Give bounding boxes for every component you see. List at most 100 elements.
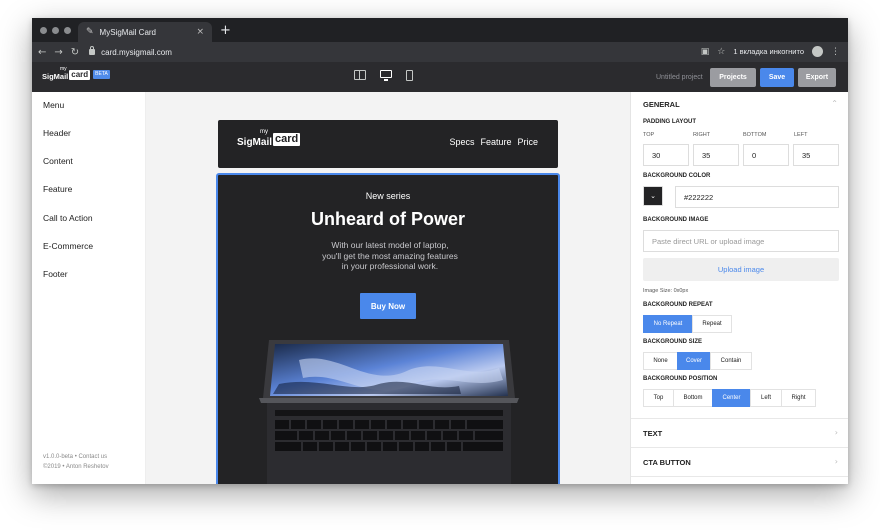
tab-strip: ✎ MySigMail Card × +: [32, 18, 848, 42]
position-center-option[interactable]: Center: [712, 389, 751, 407]
buy-now-button[interactable]: Buy Now: [360, 293, 416, 319]
mobile-view-icon[interactable]: [406, 70, 413, 81]
browser-window: ✎ MySigMail Card × + ← → ↻ card.mysigmai…: [32, 18, 848, 484]
tab-title: MySigMail Card: [99, 27, 157, 37]
version-info[interactable]: v1.0.0-beta • Contact us: [43, 452, 109, 462]
padding-bottom-input[interactable]: 0: [743, 144, 789, 166]
chevron-up-icon[interactable]: ⌃: [831, 99, 838, 108]
email-header-block[interactable]: my SigMail card Specs Feature Price: [218, 120, 558, 168]
email-nav-feature[interactable]: Feature: [480, 137, 511, 147]
app-toolbar: my SigMail card BETA Untitled project Pr…: [32, 62, 848, 92]
email-logo-sig: SigMail: [237, 137, 273, 148]
logo-sig: SigMail: [42, 72, 69, 81]
bg-repeat-group: No Repeat Repeat: [643, 315, 732, 333]
url-text[interactable]: card.mysigmail.com: [101, 48, 172, 57]
chevron-right-icon[interactable]: ›: [835, 457, 838, 466]
bg-size-group: None Cover Contain: [643, 352, 752, 370]
padding-top-input[interactable]: 30: [643, 144, 689, 166]
projects-button[interactable]: Projects: [710, 68, 756, 87]
hero-text-line: With our latest model of laptop,: [331, 240, 449, 250]
hero-text: With our latest model of laptop, you'll …: [298, 240, 482, 272]
no-repeat-option[interactable]: No Repeat: [643, 315, 693, 333]
bg-color-label: BACKGROUND COLOR: [643, 173, 711, 179]
incognito-label: 1 вкладка инкогнито: [733, 47, 804, 56]
divider: [631, 476, 848, 477]
block-sidebar: Menu Header Content Feature Call to Acti…: [32, 92, 146, 484]
copyright: ©2019 • Anton Reshetov: [43, 464, 109, 470]
email-nav: Specs Feature Price: [449, 137, 538, 147]
hero-eyebrow: New series: [365, 191, 411, 201]
settings-panel: GENERAL ⌃ PADDING LAYOUT TOP RIGHT BOTTO…: [630, 92, 848, 484]
editor-canvas: my SigMail card Specs Feature Price New …: [146, 92, 630, 484]
position-bottom-option[interactable]: Bottom: [673, 389, 713, 407]
beta-badge: BETA: [93, 70, 110, 79]
close-window-button[interactable]: [40, 27, 47, 34]
sidebar-item-feature[interactable]: Feature: [43, 184, 72, 194]
translate-icon[interactable]: ▣: [701, 47, 710, 57]
new-tab-button[interactable]: +: [220, 24, 231, 38]
padding-label: PADDING LAYOUT: [643, 119, 697, 125]
reload-icon[interactable]: ↻: [71, 47, 79, 58]
padding-left-input[interactable]: 35: [793, 144, 839, 166]
sidebar-item-footer[interactable]: Footer: [43, 269, 68, 279]
incognito-icon[interactable]: [812, 46, 823, 57]
pen-icon: ✎: [86, 27, 94, 37]
hero-title: Unheard of Power: [310, 209, 466, 229]
lock-icon: [89, 46, 96, 55]
position-left-option[interactable]: Left: [750, 389, 782, 407]
bg-position-label: BACKGROUND POSITION: [643, 376, 718, 382]
general-section-title[interactable]: GENERAL: [643, 100, 680, 109]
size-cover-option[interactable]: Cover: [677, 352, 711, 370]
text-section-title[interactable]: TEXT: [643, 429, 662, 438]
padding-right-input[interactable]: 35: [693, 144, 739, 166]
bg-image-url-input[interactable]: Paste direct URL or upload image: [643, 230, 839, 252]
window-controls: [40, 27, 71, 34]
browser-tab[interactable]: ✎ MySigMail Card ×: [78, 22, 212, 42]
back-icon[interactable]: ←: [38, 47, 46, 58]
minimize-window-button[interactable]: [52, 27, 59, 34]
export-button[interactable]: Export: [798, 68, 836, 87]
sidebar-item-header[interactable]: Header: [43, 128, 71, 138]
bg-repeat-label: BACKGROUND REPEAT: [643, 302, 713, 308]
sidebar-item-content[interactable]: Content: [43, 156, 73, 166]
color-swatch[interactable]: ⌄: [643, 186, 663, 206]
split-view-icon[interactable]: [354, 70, 366, 80]
email-nav-price[interactable]: Price: [517, 137, 538, 147]
sidebar-item-ecommerce[interactable]: E-Commerce: [43, 241, 93, 251]
cta-section-title[interactable]: CTA BUTTON: [643, 458, 691, 467]
sidebar-item-menu[interactable]: Menu: [43, 100, 64, 110]
position-top-option[interactable]: Top: [643, 389, 674, 407]
app-logo[interactable]: my SigMail card BETA: [42, 66, 110, 81]
image-size: Image Size: 0x0px: [643, 288, 689, 294]
maximize-window-button[interactable]: [64, 27, 71, 34]
divider: [631, 418, 848, 419]
desktop-view-icon[interactable]: [380, 70, 392, 81]
size-contain-option[interactable]: Contain: [710, 352, 752, 370]
hero-block-selected[interactable]: New series Unheard of Power With our lat…: [216, 173, 560, 484]
bg-position-group: Top Bottom Center Left Right: [643, 389, 816, 407]
position-right-option[interactable]: Right: [781, 389, 816, 407]
more-menu-icon[interactable]: ⋮: [831, 47, 840, 57]
project-name[interactable]: Untitled project: [656, 74, 703, 81]
padding-top-label: TOP: [643, 132, 655, 138]
padding-left-label: LEFT: [794, 132, 808, 138]
save-button[interactable]: Save: [760, 68, 794, 87]
hero-text-line: you'll get the most amazing features: [322, 250, 458, 261]
bg-color-input[interactable]: #222222: [675, 186, 839, 208]
tab-close-icon[interactable]: ×: [196, 27, 204, 37]
device-switcher: [354, 70, 413, 81]
url-field[interactable]: card.mysigmail.com: [89, 46, 172, 57]
size-none-option[interactable]: None: [643, 352, 678, 370]
chevron-right-icon[interactable]: ›: [835, 428, 838, 437]
star-icon[interactable]: ☆: [717, 47, 725, 57]
app-body: Menu Header Content Feature Call to Acti…: [32, 92, 848, 484]
repeat-option[interactable]: Repeat: [692, 315, 732, 333]
forward-icon[interactable]: →: [54, 47, 62, 58]
address-bar-actions: ▣ ☆ 1 вкладка инкогнито ⋮: [701, 46, 840, 57]
email-nav-specs[interactable]: Specs: [449, 137, 474, 147]
address-bar: ← → ↻ card.mysigmail.com ▣ ☆ 1 вкладка и…: [32, 42, 848, 62]
sidebar-item-call-to-action[interactable]: Call to Action: [43, 213, 93, 223]
upload-image-button[interactable]: Upload image: [643, 258, 839, 281]
padding-bottom-label: BOTTOM: [743, 132, 767, 138]
padding-right-label: RIGHT: [693, 132, 711, 138]
